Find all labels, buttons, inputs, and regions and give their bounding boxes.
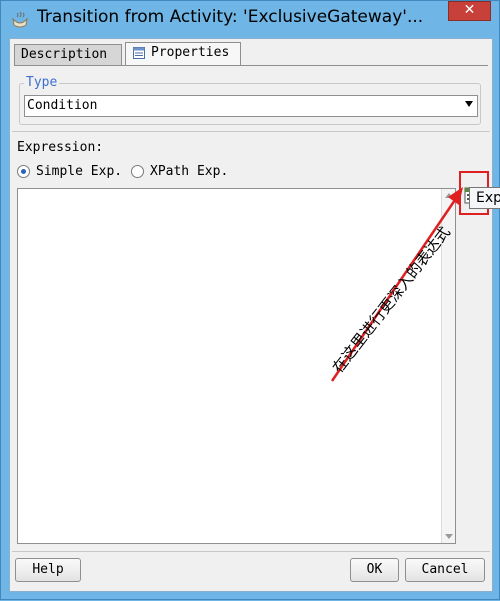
section-divider: [12, 131, 490, 132]
tab-description-label: Description: [21, 47, 108, 62]
title-bar[interactable]: Transition from Activity: 'ExclusiveGate…: [1, 1, 499, 37]
radio-selected-dot: [21, 169, 26, 174]
tab-properties[interactable]: Properties: [125, 42, 241, 65]
help-button[interactable]: Help: [15, 558, 81, 582]
xpath-exp-label[interactable]: XPath Exp.: [150, 164, 228, 179]
footer-divider: [12, 551, 490, 552]
expression-label: Expression:: [17, 140, 104, 155]
close-button[interactable]: ✕: [448, 1, 491, 21]
scroll-up-icon[interactable]: [445, 193, 453, 198]
dialog-body: Description Properties Type Condition Ex…: [9, 38, 493, 592]
cancel-button[interactable]: Cancel: [405, 558, 485, 582]
tooltip: Exp: [469, 187, 500, 209]
tab-divider: [14, 65, 488, 66]
xpath-exp-radio[interactable]: [131, 165, 144, 178]
ok-button[interactable]: OK: [350, 558, 399, 582]
dialog-window: Transition from Activity: 'ExclusiveGate…: [0, 0, 500, 600]
close-icon: ✕: [463, 2, 476, 18]
scroll-down-icon[interactable]: [445, 534, 453, 539]
expression-textarea[interactable]: [17, 188, 456, 544]
simple-exp-label[interactable]: Simple Exp.: [36, 164, 122, 179]
type-legend: Type: [24, 75, 60, 90]
properties-icon: [133, 47, 145, 59]
simple-exp-radio[interactable]: [17, 165, 30, 178]
type-dropdown[interactable]: Condition: [24, 95, 478, 117]
type-dropdown-value: Condition: [27, 98, 98, 113]
chevron-down-icon: [465, 101, 473, 107]
tab-description[interactable]: Description: [14, 44, 122, 65]
tab-properties-label: Properties: [151, 45, 230, 60]
app-icon: [12, 11, 28, 28]
window-title: Transition from Activity: 'ExclusiveGate…: [37, 7, 424, 27]
